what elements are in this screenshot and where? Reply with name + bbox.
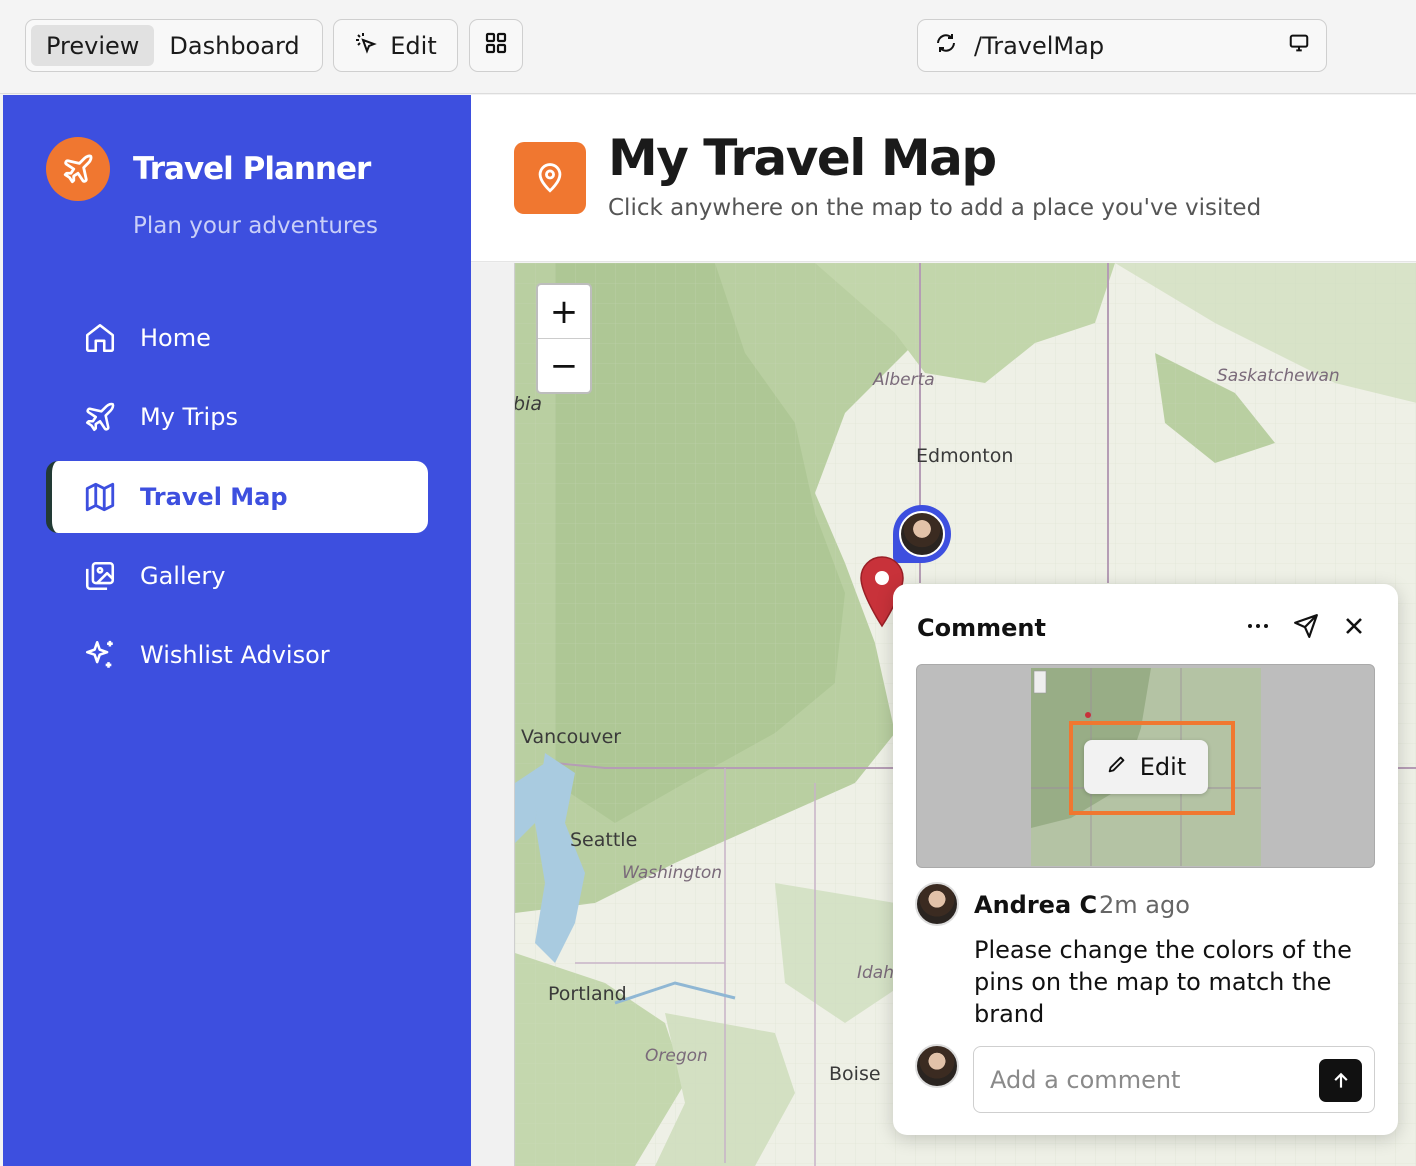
sidebar-item-travel-map[interactable]: Travel Map [46, 461, 428, 533]
logo [46, 137, 110, 201]
tab-preview[interactable]: Preview [31, 25, 155, 66]
sidebar: Travel Planner Plan your adventures Home… [3, 95, 471, 1166]
add-comment-placeholder: Add a comment [990, 1065, 1181, 1094]
map-label-oregon: Oregon [645, 1046, 708, 1066]
zoom-in-button[interactable]: + [538, 285, 590, 339]
edit-mode-button[interactable]: Edit [333, 19, 458, 72]
sidebar-item-gallery[interactable]: Gallery [46, 540, 428, 612]
sidebar-item-label: Wishlist Advisor [140, 641, 330, 669]
comment-marker[interactable] [893, 505, 951, 563]
comment-timestamp: 2m ago [1099, 891, 1190, 919]
comment-title: Comment [917, 614, 1046, 642]
plane-icon [82, 399, 118, 435]
edit-mode-label: Edit [390, 31, 437, 60]
map-label-portland: Portland [548, 983, 627, 1005]
page-header: My Travel Map Click anywhere on the map … [471, 95, 1416, 262]
edit-chip-button[interactable]: Edit [1084, 740, 1208, 794]
pencil-icon [1106, 753, 1128, 781]
map-label-bia: bia [514, 393, 542, 415]
sidebar-item-wishlist-advisor[interactable]: Wishlist Advisor [46, 619, 428, 691]
map-label-idaho: Idah [857, 963, 894, 983]
gallery-icon [82, 558, 118, 594]
cursor-click-icon [354, 31, 378, 61]
current-user-avatar [915, 1044, 959, 1088]
sidebar-item-label: Travel Map [140, 483, 288, 511]
sidebar-item-label: Home [140, 324, 211, 352]
sidebar-item-my-trips[interactable]: My Trips [46, 381, 428, 453]
zoom-controls: + − [536, 283, 592, 394]
tab-dashboard[interactable]: Dashboard [154, 25, 314, 66]
map-icon [82, 479, 118, 515]
plane-logo-icon [63, 154, 93, 184]
grid-icon [484, 31, 508, 61]
location-badge [514, 142, 586, 214]
sparkle-icon [82, 637, 118, 673]
page-subtitle: Click anywhere on the map to add a place… [608, 195, 1262, 221]
page-title: My Travel Map [608, 129, 997, 187]
comment-panel: Comment Edit Andrea C 2m ago Please chan… [893, 584, 1398, 1135]
map-label-edmonton: Edmonton [916, 445, 1014, 467]
comment-author: Andrea C [974, 891, 1098, 919]
refresh-icon[interactable] [934, 31, 958, 61]
sidebar-item-label: Gallery [140, 562, 226, 590]
view-mode-toggle: Preview Dashboard [25, 19, 323, 72]
author-avatar [915, 882, 959, 926]
url-path: /TravelMap [974, 31, 1105, 60]
close-icon[interactable] [1340, 612, 1368, 640]
apps-grid-button[interactable] [469, 19, 523, 72]
map-label-seattle: Seattle [570, 829, 638, 851]
add-comment-input[interactable]: Add a comment [973, 1046, 1375, 1113]
location-pin-icon [538, 163, 562, 193]
top-toolbar: Preview Dashboard Edit /TravelMap [0, 0, 1416, 94]
comment-actions [1244, 612, 1368, 640]
avatar [899, 511, 945, 557]
url-bar[interactable]: /TravelMap [917, 19, 1327, 72]
zoom-out-button[interactable]: − [538, 339, 590, 393]
edit-chip-label: Edit [1139, 753, 1187, 781]
brand-name: Travel Planner [133, 151, 371, 187]
map-label-washington: Washington [622, 863, 723, 883]
brand-tagline: Plan your adventures [133, 213, 378, 239]
more-icon[interactable] [1244, 612, 1272, 640]
arrow-up-icon [1333, 1072, 1348, 1088]
home-icon [82, 320, 118, 356]
sidebar-item-home[interactable]: Home [46, 302, 428, 374]
map-label-boise: Boise [829, 1063, 881, 1085]
send-icon[interactable] [1292, 612, 1320, 640]
comment-screenshot-thumbnail[interactable]: Edit [916, 664, 1375, 868]
sidebar-item-label: My Trips [140, 403, 238, 431]
desktop-icon[interactable] [1288, 32, 1310, 60]
map-label-alberta: Alberta [873, 370, 935, 390]
map-label-saskatchewan: Saskatchewan [1217, 366, 1340, 386]
map-label-vancouver: Vancouver [521, 726, 622, 748]
comment-body: Please change the colors of the pins on … [974, 936, 1352, 1028]
submit-comment-button[interactable] [1319, 1059, 1362, 1102]
